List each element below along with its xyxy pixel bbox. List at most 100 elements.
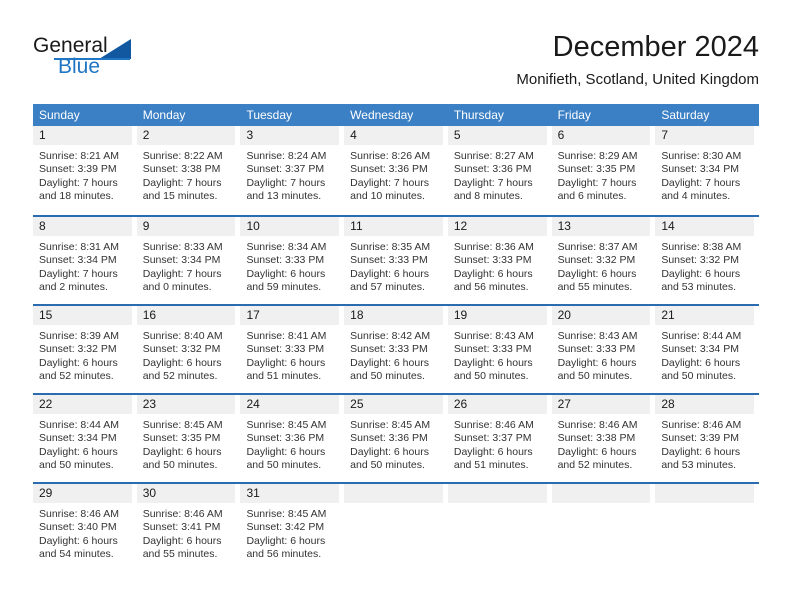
day-info: Sunrise: 8:40 AM Sunset: 3:32 PM Daylight:… xyxy=(137,325,236,384)
sunrise-time: Sunrise: 8:36 AM xyxy=(453,241,534,253)
day-cell[interactable]: 12 Sunrise: 8:36 AM Sunset: 3:33 PM Dayligh… xyxy=(447,217,552,304)
day-number: 4 xyxy=(344,126,443,145)
daylight-duration-line2: and 13 minutes. xyxy=(246,190,322,203)
day-info: Sunrise: 8:30 AM Sunset: 3:34 PM Daylight:… xyxy=(655,145,754,204)
day-of-week-monday: Monday xyxy=(142,108,186,122)
day-cell[interactable]: 3 Sunrise: 8:24 AM Sunset: 3:37 PM Daylight… xyxy=(240,126,344,215)
day-cell[interactable]: 26 Sunrise: 8:46 AM Sunset: 3:37 PM Dayligh… xyxy=(447,395,552,482)
day-cell[interactable]: 15 Sunrise: 8:39 AM Sunset: 3:32 PM Dayligh… xyxy=(33,306,137,393)
title-block: December 2024 Monifieth, Scotland, Unite… xyxy=(516,30,759,90)
day-info: Sunrise: 8:45 AM Sunset: 3:36 PM Daylight:… xyxy=(344,414,443,473)
daylight-duration-line1: Daylight: 6 hours xyxy=(246,356,326,369)
day-cell[interactable]: 20 Sunrise: 8:43 AM Sunset: 3:33 PM Dayligh… xyxy=(551,306,656,393)
day-number: 7 xyxy=(655,126,755,145)
day-cell[interactable]: 17 Sunrise: 8:41 AM Sunset: 3:33 PM Dayligh… xyxy=(240,306,344,393)
day-cell[interactable]: 5 Sunrise: 8:27 AM Sunset: 3:36 PM Daylight… xyxy=(447,126,552,215)
week-row: 15 Sunrise: 8:39 AM Sunset: 3:32 PM Dayligh… xyxy=(33,304,759,393)
day-cell[interactable]: 14 Sunrise: 8:38 AM Sunset: 3:32 PM Dayligh… xyxy=(655,217,759,304)
day-cell[interactable]: 23 Sunrise: 8:45 AM Sunset: 3:35 PM Dayligh… xyxy=(136,395,241,482)
day-number: 8 xyxy=(33,217,132,236)
sunset-time: Sunset: 3:33 PM xyxy=(453,343,532,356)
day-cell[interactable]: 6 Sunrise: 8:29 AM Sunset: 3:35 PM Daylight… xyxy=(551,126,656,215)
day-cell[interactable]: 21 Sunrise: 8:44 AM Sunset: 3:34 PM Dayligh… xyxy=(655,306,759,393)
day-info: Sunrise: 8:41 AM Sunset: 3:33 PM Daylight:… xyxy=(240,325,339,384)
sunrise-time: Sunrise: 8:46 AM xyxy=(39,508,119,520)
day-number: 29 xyxy=(33,484,132,503)
sunset-time: Sunset: 3:33 PM xyxy=(350,254,428,267)
sunrise-time: Sunrise: 8:30 AM xyxy=(661,150,742,162)
day-cell[interactable]: 27 Sunrise: 8:46 AM Sunset: 3:38 PM Dayligh… xyxy=(551,395,656,482)
day-cell[interactable]: 13 Sunrise: 8:37 AM Sunset: 3:32 PM Dayligh… xyxy=(551,217,656,304)
day-cell[interactable]: 18 Sunrise: 8:42 AM Sunset: 3:33 PM Dayligh… xyxy=(344,306,448,393)
sunset-time: Sunset: 3:36 PM xyxy=(246,432,325,445)
day-cell[interactable]: 4 Sunrise: 8:26 AM Sunset: 3:36 PM Daylight… xyxy=(344,126,448,215)
day-cell[interactable]: 1 Sunrise: 8:21 AM Sunset: 3:39 PM Daylight… xyxy=(33,126,137,215)
day-info xyxy=(655,503,754,508)
day-cell[interactable]: 31 Sunrise: 8:45 AM Sunset: 3:42 PM Dayligh… xyxy=(240,484,344,571)
page-title: December 2024 xyxy=(552,31,759,63)
day-cell[interactable]: 2 Sunrise: 8:22 AM Sunset: 3:38 PM Daylight… xyxy=(136,126,241,215)
day-number: 25 xyxy=(344,395,443,414)
daylight-duration-line1: Daylight: 7 hours xyxy=(557,176,637,189)
sunset-time: Sunset: 3:42 PM xyxy=(246,521,325,534)
daylight-duration-line2: and 52 minutes. xyxy=(142,370,218,383)
daylight-duration-line1: Daylight: 6 hours xyxy=(350,267,429,280)
day-cell[interactable]: 8 Sunrise: 8:31 AM Sunset: 3:34 PM Daylight… xyxy=(33,217,137,304)
sunrise-time: Sunrise: 8:46 AM xyxy=(142,508,223,520)
day-cell[interactable]: 10 Sunrise: 8:34 AM Sunset: 3:33 PM Dayligh… xyxy=(240,217,344,304)
sunset-time: Sunset: 3:33 PM xyxy=(246,254,325,267)
daylight-duration-line2: and 51 minutes. xyxy=(453,459,529,472)
day-cell[interactable]: 7 Sunrise: 8:30 AM Sunset: 3:34 PM Daylight… xyxy=(655,126,759,215)
day-cell[interactable]: 22 Sunrise: 8:44 AM Sunset: 3:34 PM Dayligh… xyxy=(33,395,137,482)
daylight-duration-line2: and 50 minutes. xyxy=(557,370,633,383)
day-cell[interactable]: 29 Sunrise: 8:46 AM Sunset: 3:40 PM Dayligh… xyxy=(33,484,137,571)
day-cell[interactable]: 11 Sunrise: 8:35 AM Sunset: 3:33 PM Dayligh… xyxy=(344,217,448,304)
day-cell[interactable]: 30 Sunrise: 8:46 AM Sunset: 3:41 PM Dayligh… xyxy=(136,484,241,571)
sunset-time: Sunset: 3:41 PM xyxy=(142,521,221,534)
sunrise-time: Sunrise: 8:37 AM xyxy=(557,241,638,253)
day-cell[interactable]: 19 Sunrise: 8:43 AM Sunset: 3:33 PM Dayligh… xyxy=(447,306,552,393)
daylight-duration-line1: Daylight: 6 hours xyxy=(453,267,533,280)
daylight-duration-line2: and 53 minutes. xyxy=(661,281,737,294)
day-number: 17 xyxy=(240,306,340,325)
sunset-time: Sunset: 3:34 PM xyxy=(39,432,117,445)
sunset-time: Sunset: 3:38 PM xyxy=(557,432,636,445)
day-of-week-sunday: Sunday xyxy=(39,108,80,122)
day-number: 10 xyxy=(240,217,340,236)
daylight-duration-line1: Daylight: 6 hours xyxy=(350,356,429,369)
day-cell-empty xyxy=(655,484,759,571)
day-info: Sunrise: 8:46 AM Sunset: 3:41 PM Daylight:… xyxy=(137,503,236,562)
week-row: 1 Sunrise: 8:21 AM Sunset: 3:39 PM Daylight… xyxy=(33,126,759,215)
sunset-time: Sunset: 3:36 PM xyxy=(453,163,532,176)
day-number xyxy=(551,484,651,503)
daylight-duration-line2: and 6 minutes. xyxy=(557,190,627,203)
day-number: 21 xyxy=(655,306,755,325)
day-info: Sunrise: 8:45 AM Sunset: 3:36 PM Daylight:… xyxy=(240,414,339,473)
sunrise-time: Sunrise: 8:45 AM xyxy=(246,419,327,431)
daylight-duration-line2: and 56 minutes. xyxy=(453,281,529,294)
day-cell[interactable]: 28 Sunrise: 8:46 AM Sunset: 3:39 PM Dayligh… xyxy=(655,395,759,482)
sunset-time: Sunset: 3:38 PM xyxy=(142,163,221,176)
day-number: 24 xyxy=(240,395,340,414)
daylight-duration-line2: and 50 minutes. xyxy=(39,459,114,472)
day-cell[interactable]: 16 Sunrise: 8:40 AM Sunset: 3:32 PM Dayligh… xyxy=(136,306,241,393)
daylight-duration-line1: Daylight: 6 hours xyxy=(142,445,222,458)
day-cell[interactable]: 25 Sunrise: 8:45 AM Sunset: 3:36 PM Dayligh… xyxy=(344,395,448,482)
day-info: Sunrise: 8:38 AM Sunset: 3:32 PM Daylight:… xyxy=(655,236,754,295)
daylight-duration-line1: Daylight: 6 hours xyxy=(39,356,118,369)
sunrise-time: Sunrise: 8:34 AM xyxy=(246,241,327,253)
day-info: Sunrise: 8:43 AM Sunset: 3:33 PM Daylight:… xyxy=(448,325,547,384)
brand-logo[interactable]: General Blue xyxy=(33,34,153,86)
day-number: 20 xyxy=(551,306,651,325)
day-cell-empty xyxy=(344,484,448,571)
daylight-duration-line2: and 56 minutes. xyxy=(246,548,322,561)
sunrise-time: Sunrise: 8:27 AM xyxy=(453,150,534,162)
daylight-duration-line1: Daylight: 6 hours xyxy=(661,445,741,458)
day-of-week-tuesday: Tuesday xyxy=(246,108,293,122)
sunrise-time: Sunrise: 8:43 AM xyxy=(453,330,534,342)
day-cell[interactable]: 9 Sunrise: 8:33 AM Sunset: 3:34 PM Daylight… xyxy=(136,217,241,304)
day-info: Sunrise: 8:46 AM Sunset: 3:40 PM Daylight:… xyxy=(33,503,132,562)
daylight-duration-line1: Daylight: 6 hours xyxy=(350,445,429,458)
day-cell[interactable]: 24 Sunrise: 8:45 AM Sunset: 3:36 PM Dayligh… xyxy=(240,395,344,482)
day-number: 1 xyxy=(33,126,132,145)
